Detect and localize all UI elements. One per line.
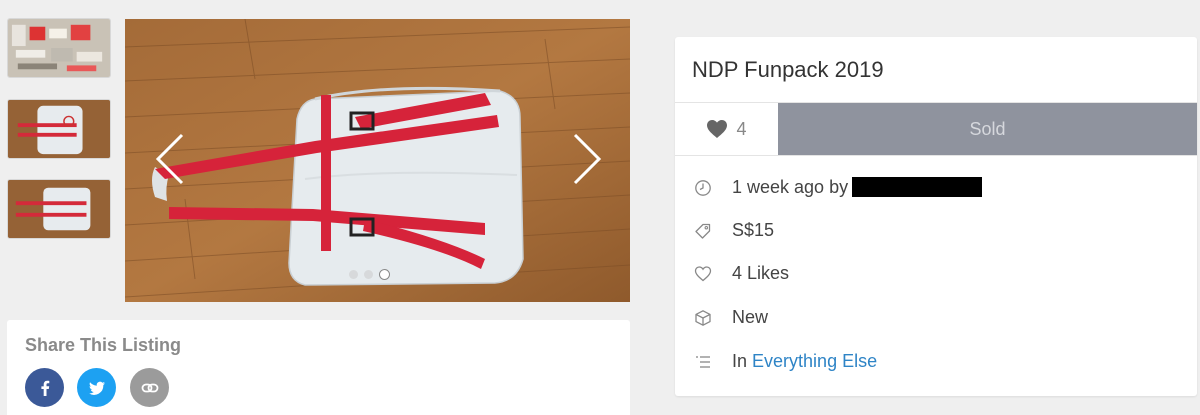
slide-indicator bbox=[349, 269, 390, 280]
link-icon bbox=[141, 383, 158, 392]
heart-outline-icon bbox=[693, 264, 713, 284]
like-count: 4 bbox=[736, 118, 747, 139]
category-row: In Everything Else bbox=[693, 351, 877, 372]
posted-text: 1 week ago by bbox=[732, 177, 983, 198]
category-link[interactable]: Everything Else bbox=[752, 351, 877, 371]
main-photo bbox=[125, 19, 630, 302]
share-panel: Share This Listing bbox=[7, 320, 630, 415]
listing-title: NDP Funpack 2019 bbox=[692, 57, 884, 82]
next-image-arrow[interactable] bbox=[567, 129, 607, 189]
slide-dot[interactable] bbox=[349, 270, 358, 279]
price-row: S$15 bbox=[693, 220, 774, 241]
likes-text: 4 Likes bbox=[732, 263, 790, 283]
price-tag-icon bbox=[693, 221, 713, 241]
price-text: S$15 bbox=[732, 220, 775, 240]
twitter-icon bbox=[88, 381, 105, 395]
clock-icon bbox=[693, 178, 713, 198]
thumbnail-3[interactable] bbox=[7, 179, 111, 239]
copy-link-button[interactable] bbox=[130, 368, 169, 407]
share-title: Share This Listing bbox=[25, 335, 182, 355]
likes-row: 4 Likes bbox=[693, 263, 789, 284]
slide-dot-active[interactable] bbox=[379, 269, 390, 280]
previous-image-arrow[interactable] bbox=[150, 129, 190, 189]
twitter-share-button[interactable] bbox=[77, 368, 116, 407]
category-text: In Everything Else bbox=[732, 351, 878, 371]
redacted-username bbox=[852, 177, 983, 198]
listing-info-card: NDP Funpack 2019 4 Sold 1 week ago by S$… bbox=[675, 37, 1197, 396]
box-icon bbox=[693, 308, 713, 328]
heart-icon bbox=[707, 120, 728, 138]
condition-text: New bbox=[732, 307, 769, 327]
like-button[interactable]: 4 bbox=[675, 103, 778, 155]
condition-row: New bbox=[693, 307, 768, 328]
list-icon bbox=[693, 352, 713, 372]
posted-row: 1 week ago by bbox=[693, 177, 983, 198]
sold-status-button[interactable]: Sold bbox=[778, 103, 1197, 155]
facebook-icon bbox=[40, 380, 49, 396]
thumbnail-1[interactable] bbox=[7, 18, 111, 78]
facebook-share-button[interactable] bbox=[25, 368, 64, 407]
thumbnail-2[interactable] bbox=[7, 99, 111, 159]
action-bar: 4 Sold bbox=[675, 102, 1197, 156]
slide-dot[interactable] bbox=[364, 270, 373, 279]
